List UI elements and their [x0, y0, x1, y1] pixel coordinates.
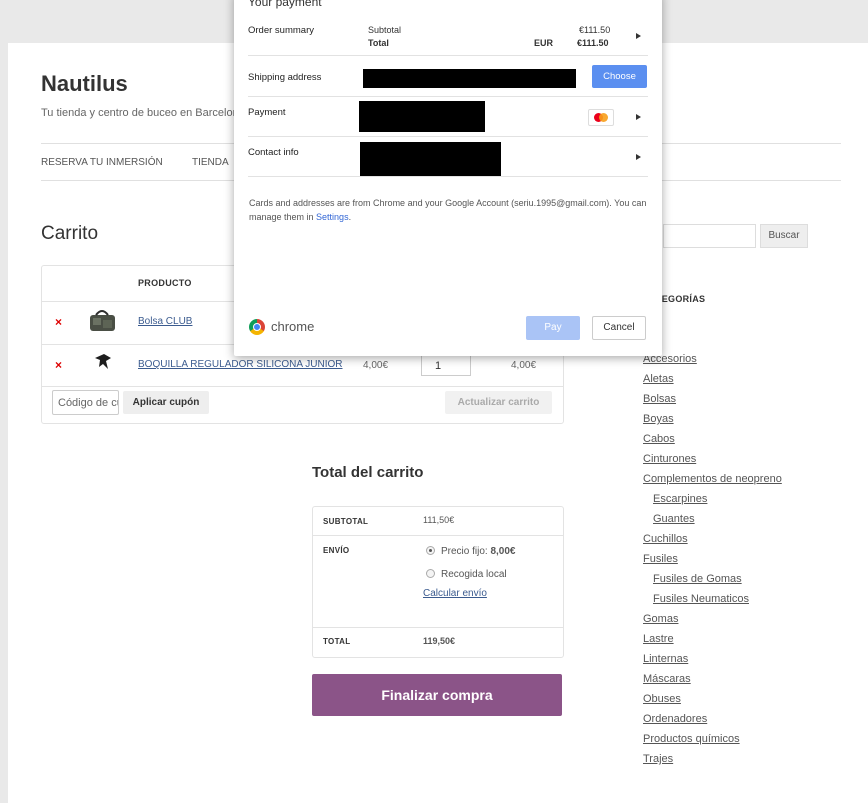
coupon-input[interactable]: Código de cupón — [52, 390, 119, 415]
row-divider — [42, 386, 563, 387]
category-link[interactable]: Guantes — [653, 513, 695, 525]
search-button[interactable]: Buscar — [760, 224, 808, 248]
shipping-fixed-label: Precio fijo: — [441, 546, 491, 557]
cart-totals-heading: Total del carrito — [312, 464, 424, 481]
note-text: Cards and addresses are from Chrome and … — [249, 198, 647, 222]
chrome-brand-text: chrome — [271, 319, 315, 334]
category-link[interactable]: Cinturones — [643, 453, 696, 465]
remove-item-icon[interactable]: × — [55, 358, 62, 372]
order-summary-label: Order summary — [248, 25, 314, 36]
category-link[interactable]: Cuchillos — [643, 533, 688, 545]
cart-heading: Carrito — [41, 223, 99, 244]
payment-arrow-icon[interactable] — [636, 114, 641, 120]
product-price: 4,00€ — [363, 360, 389, 371]
shipping-fixed-price: 8,00€ — [490, 546, 516, 557]
total-label: TOTAL — [323, 637, 351, 646]
checkout-button[interactable]: Finalizar compra — [312, 674, 562, 716]
site-description: Tu tienda y centro de buceo en Barcelona — [41, 107, 245, 119]
mastercard-icon — [588, 109, 614, 126]
category-link[interactable]: Escarpines — [653, 493, 707, 505]
category-link[interactable]: Aletas — [643, 373, 674, 385]
calculate-shipping-link[interactable]: Calcular envío — [423, 588, 487, 599]
cancel-button[interactable]: Cancel — [592, 316, 646, 340]
nav-item-tienda[interactable]: TIENDA — [192, 157, 229, 168]
category-link[interactable]: Complementos de neopreno — [643, 473, 782, 485]
category-link[interactable]: Ordenadores — [643, 713, 707, 725]
search-input[interactable] — [663, 224, 756, 248]
category-link[interactable]: Boyas — [643, 413, 674, 425]
apply-coupon-button[interactable]: Aplicar cupón — [123, 391, 209, 414]
nav-item-reserva[interactable]: RESERVA TU INMERSIÓN — [41, 157, 163, 168]
quantity-input[interactable]: 1 — [421, 354, 471, 376]
category-link[interactable]: Fusiles — [643, 553, 678, 565]
redacted-payment-card — [359, 101, 485, 132]
redacted-shipping-address — [363, 69, 576, 88]
remove-item-icon[interactable]: × — [55, 315, 62, 329]
category-link[interactable]: Linternas — [643, 653, 688, 665]
dialog-total-value: €111.50 — [577, 38, 609, 48]
category-link[interactable]: Lastre — [643, 633, 674, 645]
category-link[interactable]: Gomas — [643, 613, 678, 625]
product-link[interactable]: BOQUILLA REGULADOR SILICONA JUNIOR — [138, 359, 343, 370]
category-link[interactable]: Bolsas — [643, 393, 676, 405]
order-summary-arrow-icon[interactable] — [636, 33, 641, 39]
subtotal-value: 111,50€ — [423, 515, 455, 525]
contact-info-label: Contact info — [248, 147, 299, 158]
dialog-title: Your payment — [248, 0, 322, 9]
dialog-currency: EUR — [534, 38, 554, 48]
category-link[interactable]: Fusiles Neumaticos — [653, 593, 749, 605]
category-link[interactable]: Máscaras — [643, 673, 691, 685]
row-divider — [313, 627, 563, 628]
category-link[interactable]: Obuses — [643, 693, 681, 705]
row-divider — [248, 136, 648, 137]
local-pickup-radio[interactable] — [426, 569, 435, 578]
chrome-logo-icon — [249, 319, 265, 335]
dialog-subtotal-label: Subtotal — [368, 25, 402, 35]
total-value: 119,50€ — [423, 636, 456, 646]
product-link[interactable]: Bolsa CLUB — [138, 316, 192, 327]
category-link[interactable]: Fusiles de Gomas — [653, 573, 742, 585]
shipping-fixed-option[interactable]: Precio fijo: 8,00€ — [441, 546, 516, 557]
shipping-label: ENVÍO — [323, 546, 350, 555]
row-divider — [248, 176, 648, 177]
contact-info-arrow-icon[interactable] — [636, 154, 641, 160]
payment-label: Payment — [248, 107, 286, 118]
shipping-address-label: Shipping address — [248, 72, 322, 83]
bag-thumbnail[interactable] — [87, 307, 117, 333]
product-subtotal: 4,00€ — [511, 360, 537, 371]
dialog-total-label: Total — [368, 38, 389, 48]
choose-shipping-button[interactable]: Choose — [592, 65, 647, 88]
subtotal-label: SUBTOTAL — [323, 517, 369, 526]
note-end: . — [348, 212, 352, 222]
site-title[interactable]: Nautilus — [41, 71, 128, 97]
redacted-contact-info — [360, 142, 501, 177]
dialog-subtotal-value: €111.50 — [579, 25, 611, 35]
settings-link[interactable]: Settings — [316, 212, 349, 222]
update-cart-button[interactable]: Actualizar carrito — [445, 391, 552, 414]
category-link[interactable]: Productos químicos — [643, 733, 740, 745]
cart-totals-table: SUBTOTAL 111,50€ ENVÍO Precio fijo: 8,00… — [312, 506, 564, 658]
dialog-note: Cards and addresses are from Chrome and … — [249, 196, 654, 224]
row-divider — [248, 96, 648, 97]
local-pickup-label[interactable]: Recogida local — [441, 569, 507, 580]
pay-button[interactable]: Pay — [526, 316, 580, 340]
column-product-header: PRODUCTO — [138, 278, 192, 288]
shipping-fixed-radio[interactable] — [426, 546, 435, 555]
category-link[interactable]: Trajes — [643, 753, 673, 765]
payment-request-dialog: Your payment Order summary Subtotal €111… — [234, 0, 662, 356]
category-link[interactable]: Cabos — [643, 433, 675, 445]
row-divider — [248, 55, 648, 56]
row-divider — [313, 535, 563, 536]
mouthpiece-thumbnail[interactable] — [92, 352, 114, 372]
